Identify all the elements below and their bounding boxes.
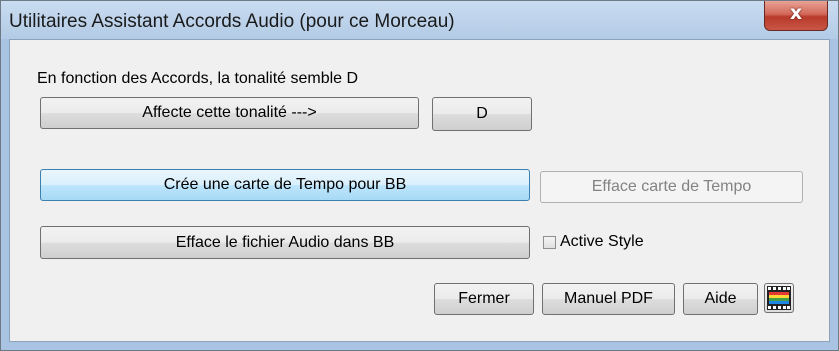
dialog-window: Utilitaires Assistant Accords Audio (pou… — [0, 0, 839, 351]
clear-tempo-map-button[interactable]: Efface carte de Tempo — [540, 171, 803, 203]
help-button[interactable]: Aide — [683, 283, 758, 315]
title-bar[interactable]: Utilitaires Assistant Accords Audio (pou… — [1, 1, 838, 39]
window-title: Utilitaires Assistant Accords Audio (pou… — [9, 11, 455, 32]
create-tempo-map-button[interactable]: Crée une carte de Tempo pour BB — [40, 169, 530, 201]
assign-key-button[interactable]: Affecte cette tonalité ---> — [40, 97, 419, 129]
pdf-manual-button[interactable]: Manuel PDF — [542, 283, 675, 315]
close-button[interactable]: Fermer — [434, 283, 534, 315]
dialog-body: En fonction des Accords, la tonalité sem… — [9, 39, 830, 342]
active-style-label[interactable]: Active Style — [560, 233, 644, 251]
clear-audio-file-button[interactable]: Efface le fichier Audio dans BB — [40, 226, 530, 259]
video-help-button[interactable] — [764, 283, 794, 313]
active-style-checkbox[interactable] — [543, 236, 556, 249]
key-value-button[interactable]: D — [432, 97, 532, 131]
close-window-button[interactable]: x — [764, 1, 828, 31]
detected-key-text: En fonction des Accords, la tonalité sem… — [37, 70, 359, 87]
close-icon: x — [789, 2, 803, 24]
film-clapper-icon — [767, 286, 791, 310]
